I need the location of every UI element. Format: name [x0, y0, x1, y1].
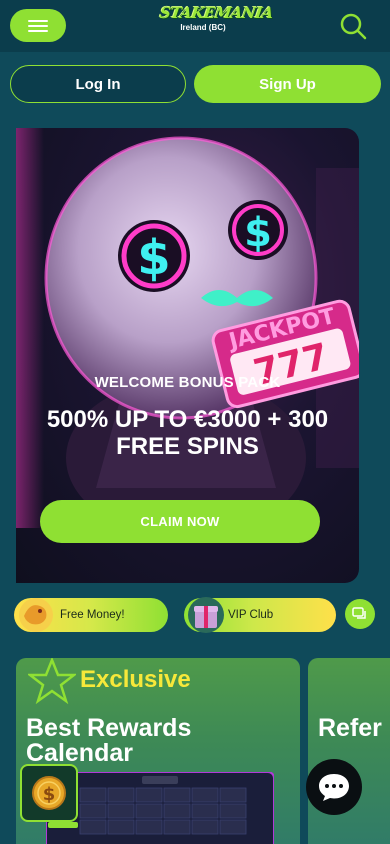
card-title: Refer Program: [318, 714, 390, 742]
hero-title: 500% UP TO €3000 + 300 FREE SPINS: [46, 406, 329, 460]
astronaut-jackpot-illustration: $ $ 777 JACKPOT: [16, 128, 359, 528]
dragon-icon: [19, 598, 53, 632]
vip-club-label: VIP Club: [228, 609, 274, 621]
hamburger-icon: [28, 19, 48, 32]
refer-program-card[interactable]: Refer Program: [308, 658, 390, 844]
calendar-illustration: [46, 772, 274, 844]
login-button[interactable]: Log In: [10, 65, 186, 103]
svg-text:$: $: [43, 784, 56, 805]
welcome-bonus-banner[interactable]: $ $ 777 JACKPOT WELCOME BONUS PACK 500% …: [16, 128, 359, 583]
header: STAKEMANIA Ireland (BC): [0, 0, 390, 52]
rewards-coin-button[interactable]: $: [20, 764, 78, 822]
logo[interactable]: STAKEMANIA Ireland (BC): [158, 4, 275, 48]
live-chat-button[interactable]: [306, 759, 362, 815]
signup-button[interactable]: Sign Up: [194, 65, 381, 103]
logo-subtitle: Ireland (BC): [180, 23, 226, 32]
coin-icon: $: [32, 776, 66, 810]
search-icon[interactable]: [338, 11, 368, 41]
svg-text:$: $: [137, 230, 170, 286]
svg-text:$: $: [244, 210, 272, 256]
card-title: Best Rewards Calendar: [26, 714, 192, 767]
free-money-pill[interactable]: Free Money!: [14, 598, 168, 632]
exclusive-badge: Exclusive: [80, 666, 191, 693]
free-money-label: Free Money!: [60, 609, 125, 621]
messages-icon[interactable]: [345, 599, 375, 629]
menu-button[interactable]: [10, 9, 66, 42]
claim-now-button[interactable]: CLAIM NOW: [40, 500, 320, 543]
hero-eyebrow: WELCOME BONUS PACK: [94, 374, 281, 391]
star-icon: [28, 658, 76, 704]
vip-club-pill[interactable]: VIP Club: [184, 597, 336, 633]
logo-text: STAKEMANIA: [158, 4, 275, 22]
gift-icon: [188, 597, 224, 633]
chat-bubble-icon: [319, 774, 349, 801]
